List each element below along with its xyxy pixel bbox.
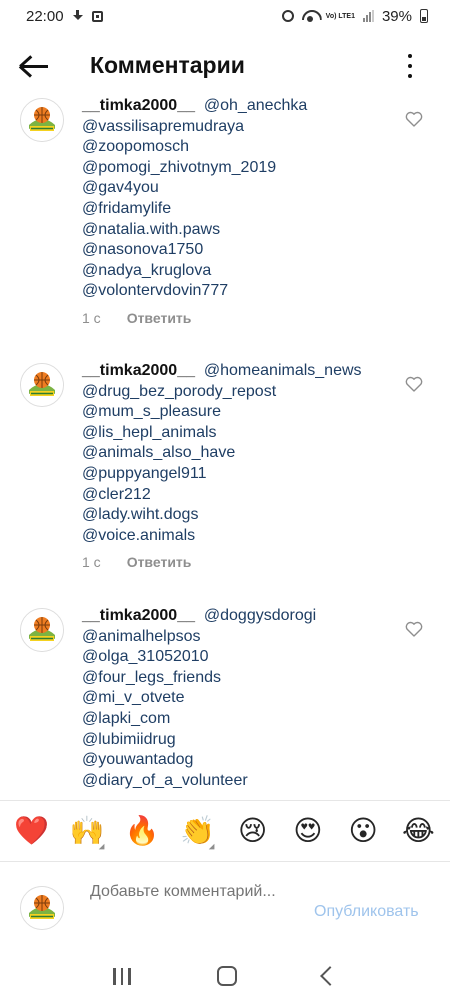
battery-percent: 39%: [381, 7, 412, 25]
like-heart-icon[interactable]: [405, 111, 423, 127]
comment-mention[interactable]: @fridamylife: [82, 199, 392, 220]
emoji-clapping-hands[interactable]: 👏: [175, 816, 219, 846]
reply-button[interactable]: Ответить: [127, 554, 192, 570]
comment-mention[interactable]: @mi_v_otvete: [82, 688, 392, 709]
wifi-icon: [302, 10, 318, 22]
comment-mentions: @vassilisapremudraya @zoopomosch @pomogi_z…: [82, 117, 392, 302]
emoji-quick-reactions: ❤️ 🙌 🔥 👏 😢 😍 😮 😂: [0, 800, 450, 862]
comment-mention[interactable]: @mum_s_pleasure: [82, 402, 392, 423]
notification-app-icon: [91, 10, 103, 22]
comment-mention[interactable]: @animalhelpsos: [82, 627, 392, 648]
status-time: 22:00: [26, 7, 64, 25]
avatar: [20, 886, 64, 930]
emoji-raising-hands[interactable]: 🙌: [65, 816, 109, 846]
comment-username[interactable]: __timka2000__: [82, 362, 195, 379]
page-title: Комментарии: [90, 52, 245, 78]
comment-username[interactable]: __timka2000__: [82, 97, 195, 114]
emoji-surprised-face[interactable]: 😮: [341, 816, 385, 846]
comment-mention[interactable]: @pomogi_zhivotnym_2019: [82, 158, 392, 179]
comment-composer: Опубликовать: [0, 862, 450, 952]
avatar[interactable]: [20, 363, 64, 407]
comment-mention[interactable]: @oh_anechka: [204, 97, 307, 114]
comment-mention[interactable]: @animals_also_have: [82, 443, 392, 464]
back-arrow-icon[interactable]: [18, 54, 50, 78]
comment-time: 1 с: [82, 554, 101, 570]
system-nav-bar: [0, 952, 450, 1000]
comment-mention[interactable]: @homeanimals_news: [204, 362, 362, 379]
comment-mention[interactable]: @olga_31052010: [82, 647, 392, 668]
emoji-heart-eyes[interactable]: 😍: [286, 816, 330, 846]
avatar[interactable]: [20, 98, 64, 142]
status-bar: 22:00 Vo) LTE1 39%: [0, 0, 450, 32]
alarm-icon: [281, 10, 294, 22]
comment-mentions: @animalhelpsos @olga_31052010 @four_legs_f…: [82, 627, 392, 792]
comment-mention[interactable]: @lis_hepl_animals: [82, 423, 392, 444]
comment-meta: 1 с Ответить: [82, 310, 191, 326]
comment-mention[interactable]: @nasonova1750: [82, 240, 392, 261]
emoji-tears-of-joy[interactable]: 😂: [396, 816, 440, 846]
comment-mention[interactable]: @doggysdorogi: [204, 607, 316, 624]
comment-username[interactable]: __timka2000__: [82, 607, 195, 624]
comment-mention[interactable]: @diary_of_a_volunteer: [82, 771, 392, 792]
comment-mention[interactable]: @lady.wiht.dogs: [82, 505, 392, 526]
comment-mention[interactable]: @nadya_kruglova: [82, 261, 392, 282]
comment-meta: 1 с Ответить: [82, 554, 191, 570]
comment-mention[interactable]: @youwantadog: [82, 750, 392, 771]
comment-mention[interactable]: @gav4you: [82, 178, 392, 199]
comment-mention[interactable]: @cler212: [82, 485, 392, 506]
emoji-fire[interactable]: 🔥: [120, 816, 164, 846]
header: Комментарии: [0, 38, 450, 94]
comment-mention[interactable]: @natalia.with.paws: [82, 220, 392, 241]
download-icon: [72, 10, 84, 22]
reply-button[interactable]: Ответить: [127, 310, 192, 326]
comment-mention[interactable]: @volontervdovin777: [82, 281, 392, 302]
comment-mention[interactable]: @lapki_com: [82, 709, 392, 730]
comment-mention[interactable]: @zoopomosch: [82, 137, 392, 158]
emoji-red-heart[interactable]: ❤️: [10, 816, 54, 846]
more-options-icon[interactable]: [404, 54, 416, 78]
emoji-crying-face[interactable]: 😢: [231, 816, 275, 846]
like-heart-icon[interactable]: [405, 621, 423, 637]
battery-icon: [420, 9, 428, 23]
recents-icon[interactable]: [113, 967, 131, 985]
comment-mentions: @drug_bez_porody_repost @mum_s_pleasure @l…: [82, 382, 392, 547]
comment-text: __timka2000__ @homeanimals_news @drug_be…: [82, 361, 392, 546]
comment-mention[interactable]: @drug_bez_porody_repost: [82, 382, 392, 403]
home-icon[interactable]: [216, 966, 237, 986]
avatar[interactable]: [20, 608, 64, 652]
comment-mention[interactable]: @vassilisapremudraya: [82, 117, 392, 138]
signal-icon: [362, 10, 374, 22]
system-back-icon[interactable]: [319, 966, 340, 986]
comment-mention[interactable]: @four_legs_friends: [82, 668, 392, 689]
publish-button[interactable]: Опубликовать: [314, 903, 419, 921]
comment-input[interactable]: [90, 882, 290, 926]
comment-text: __timka2000__ @doggysdorogi @animalhelps…: [82, 606, 392, 791]
comment-text: __timka2000__ @oh_anechka @vassilisaprem…: [82, 96, 392, 302]
comment-mention[interactable]: @puppyangel911: [82, 464, 392, 485]
comment-time: 1 с: [82, 310, 101, 326]
like-heart-icon[interactable]: [405, 376, 423, 392]
comment-mention[interactable]: @lubimiidrug: [82, 730, 392, 751]
network-type-label: Vo) LTE1: [325, 12, 355, 20]
comment-mention[interactable]: @voice.animals: [82, 526, 392, 547]
